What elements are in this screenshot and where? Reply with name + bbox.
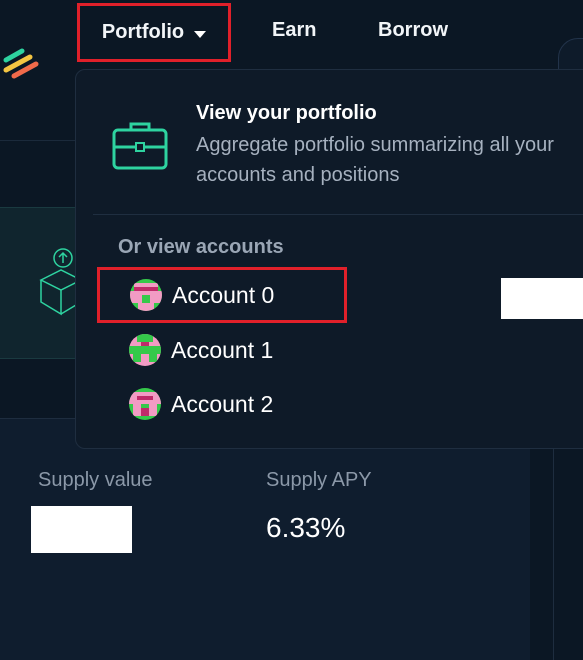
logo-icon[interactable] [2, 46, 42, 86]
view-portfolio-description: Aggregate portfolio summarizing all your… [196, 134, 554, 186]
nav-earn-link[interactable]: Earn [272, 16, 316, 44]
account-item-1[interactable]: Account 1 [97, 322, 347, 378]
top-navigation: Portfolio Earn Borrow [0, 0, 583, 79]
supply-value-redacted [31, 506, 132, 553]
account-label: Account 1 [171, 336, 274, 363]
account-item-2[interactable]: Account 2 [97, 376, 347, 432]
nav-portfolio-button[interactable]: Portfolio [77, 3, 231, 62]
accounts-section-label: Or view accounts [118, 236, 284, 258]
supply-apy-value: 6.33% [266, 512, 346, 543]
account-label: Account 0 [172, 281, 275, 308]
supply-apy-label: Supply APY [266, 469, 372, 491]
view-portfolio-title[interactable]: View your portfolio [196, 102, 377, 125]
avatar [129, 388, 161, 420]
nav-borrow-link[interactable]: Borrow [378, 16, 448, 44]
caret-down-icon [194, 30, 207, 38]
avatar [129, 334, 161, 366]
avatar [130, 279, 162, 311]
account-label: Account 2 [171, 390, 274, 417]
divider [0, 140, 80, 141]
app-page: Supply value Supply APY 6.33% Portfolio … [0, 0, 583, 660]
redacted-value [501, 278, 583, 319]
divider [553, 448, 554, 660]
supply-value-label: Supply value [38, 469, 153, 491]
nav-portfolio-label: Portfolio [101, 21, 185, 43]
dropdown-divider [93, 214, 583, 215]
account-item-0[interactable]: Account 0 [97, 267, 347, 323]
briefcase-icon [112, 122, 168, 170]
